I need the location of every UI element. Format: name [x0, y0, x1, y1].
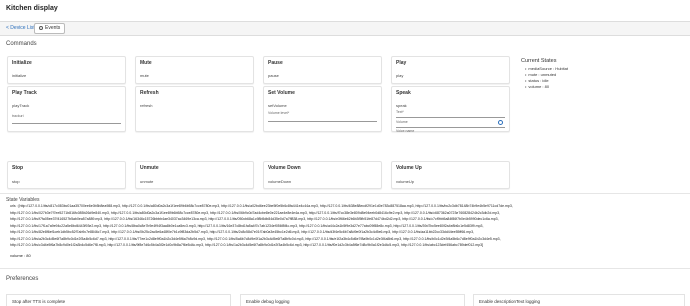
voice-name-label: Voice name — [396, 129, 415, 133]
device-list-link[interactable]: < Device List — [6, 25, 35, 31]
command-card-stop[interactable]: Stop stop — [7, 161, 126, 189]
command-card-mute[interactable]: Mute mute — [135, 56, 254, 84]
current-states-list: mediaSource : Hubitat mute : unmuted sta… — [521, 66, 568, 90]
clock-icon — [39, 26, 43, 30]
events-button[interactable]: Events — [34, 23, 66, 34]
command-card-refresh[interactable]: Refresh refresh — [135, 86, 254, 132]
device-title: Kitchen display — [6, 5, 58, 12]
text-input[interactable] — [396, 112, 505, 118]
command-name: volumeUp — [396, 179, 415, 184]
command-title: Initialize — [12, 60, 32, 66]
state-item: volume : 80 — [525, 84, 568, 90]
urls-variable: urls : [http://127.0.0.1/tts/c817c083bc0… — [10, 203, 686, 249]
command-name: initialize — [12, 73, 27, 78]
pref-debug-logging[interactable]: Enable debug logging — [240, 294, 465, 306]
command-name: refresh — [140, 103, 153, 108]
command-name: play — [396, 73, 404, 78]
pref-label: Stop after TTS is complete — [12, 299, 66, 304]
command-card-volume-up[interactable]: Volume Up volumeUp — [391, 161, 510, 189]
command-title: Set Volume — [268, 90, 295, 96]
app-header: Kitchen display — [0, 0, 690, 22]
nav-row: < Device List Events — [0, 22, 690, 36]
command-card-initialize[interactable]: Initialize initialize — [7, 56, 126, 84]
command-title: Unmute — [140, 165, 159, 171]
pref-stop-after-tts[interactable]: Stop after TTS is complete — [6, 294, 231, 306]
command-title: Pause — [268, 60, 283, 66]
pref-label: Enable debug logging — [246, 299, 290, 304]
command-title: Speak — [396, 90, 411, 96]
section-divider — [0, 268, 690, 269]
volume-level-label: Volume level* — [268, 111, 290, 115]
command-title: Mute — [140, 60, 152, 66]
command-title: Play Track — [12, 90, 37, 96]
trackuri-input[interactable] — [12, 118, 121, 124]
command-name: setVolume — [268, 103, 287, 108]
voice-refresh-icon[interactable] — [498, 120, 503, 125]
command-card-speak[interactable]: Speak speak Text* Volume Voice name — [391, 86, 510, 133]
command-name: playTrack — [12, 103, 30, 108]
command-name: unmute — [140, 179, 154, 184]
command-title: Refresh — [140, 90, 159, 96]
commands-title: Commands — [6, 41, 37, 47]
command-card-volume-down[interactable]: Volume Down volumeDown — [263, 161, 382, 189]
command-name: stop — [12, 179, 20, 184]
command-name: pause — [268, 73, 279, 78]
events-label: Events — [45, 25, 61, 31]
command-title: Volume Down — [268, 165, 301, 171]
volume-input[interactable] — [396, 122, 505, 128]
section-divider — [0, 193, 690, 194]
preferences-title: Preferences — [6, 276, 39, 282]
command-name: volumeDown — [268, 179, 292, 184]
current-states: Current States mediaSource : Hubitat mut… — [521, 58, 568, 90]
current-states-title: Current States — [521, 58, 557, 64]
pref-description-logging[interactable]: Enable descriptionText logging — [473, 294, 685, 306]
urls-row: http://127.0.0.1/tts/c3d4e5f6a7b8c9d0e1f… — [10, 243, 484, 247]
command-name: mute — [140, 73, 149, 78]
volume-variable: volume : 80 — [10, 253, 31, 258]
command-title: Stop — [12, 165, 24, 171]
command-card-play-track[interactable]: Play Track playTrack trackuri — [7, 86, 126, 132]
command-name: speak — [396, 103, 407, 108]
pref-label: Enable descriptionText logging — [479, 299, 541, 304]
command-title: Play — [396, 60, 407, 66]
volume-level-input[interactable] — [268, 116, 377, 122]
command-title: Volume Up — [396, 165, 422, 171]
command-card-pause[interactable]: Pause pause — [263, 56, 382, 84]
command-card-set-volume[interactable]: Set Volume setVolume Volume level* — [263, 86, 382, 132]
command-card-unmute[interactable]: Unmute unmute — [135, 161, 254, 189]
command-card-play[interactable]: Play play — [391, 56, 510, 84]
